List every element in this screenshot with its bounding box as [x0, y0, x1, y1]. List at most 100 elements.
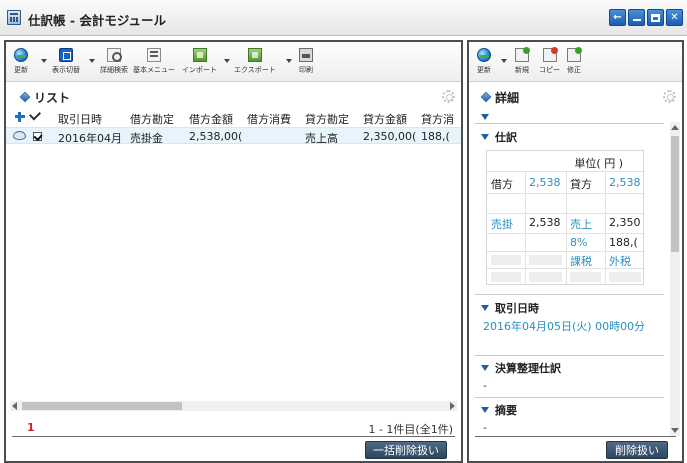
- page-number[interactable]: 1: [27, 421, 35, 434]
- tax-rate[interactable]: 8%: [570, 236, 587, 249]
- cell-credit-tax: 188,(: [421, 130, 450, 143]
- credit-label: 貸方: [570, 178, 592, 191]
- display-dropdown-icon[interactable]: [89, 59, 95, 63]
- collapse-all-icon[interactable]: [481, 114, 489, 120]
- refresh-dropdown-icon[interactable]: [41, 59, 47, 63]
- copy-label: コピー: [539, 66, 560, 74]
- column-header-debit-account[interactable]: 借方勘定: [130, 111, 174, 127]
- view-icon[interactable]: [13, 131, 26, 140]
- row-checkbox[interactable]: [33, 132, 42, 141]
- summary-toggle-icon[interactable]: [481, 407, 489, 413]
- menu-icon: [147, 48, 161, 62]
- pagination-info: 1 - 1件目(全1件): [368, 423, 453, 436]
- credit-amount: 2,350: [609, 216, 641, 229]
- summary-title[interactable]: 摘要: [495, 402, 517, 418]
- minimize-icon: [632, 19, 641, 21]
- display-icon: [59, 48, 73, 62]
- cell-debit-account: 売掛金: [130, 132, 163, 145]
- scrollbar-thumb[interactable]: [671, 136, 679, 252]
- closing-entry-toggle-icon[interactable]: [481, 365, 489, 371]
- debit-label: 借方: [491, 178, 513, 191]
- scroll-right-icon[interactable]: [450, 402, 455, 410]
- scroll-down-icon[interactable]: [671, 428, 679, 433]
- back-button[interactable]: ←: [609, 9, 626, 26]
- journal-toggle-icon[interactable]: [481, 134, 489, 140]
- check-all-icon[interactable]: [28, 108, 42, 121]
- section-diamond-icon: [480, 91, 492, 103]
- advanced-search-button[interactable]: 詳細検索: [100, 48, 128, 75]
- column-header-credit-account[interactable]: 貸方勘定: [305, 111, 349, 127]
- delete-button[interactable]: 削除扱い: [606, 441, 668, 459]
- edit-label: 修正: [567, 66, 581, 74]
- divider: [475, 294, 664, 295]
- minimize-button[interactable]: [628, 9, 645, 26]
- table-row[interactable]: 2016年04月 売掛金 2,538,00( 売上高 2,350,00( 188…: [6, 127, 461, 145]
- closing-entry-title[interactable]: 決算整理仕訳: [495, 360, 561, 376]
- export-dropdown-icon[interactable]: [286, 59, 292, 63]
- detail-refresh-button[interactable]: 更新: [477, 48, 491, 75]
- import-button[interactable]: インポート: [182, 48, 217, 75]
- search-icon: [107, 48, 122, 62]
- cell-credit-amount: 2,350,00(: [363, 130, 417, 143]
- detail-refresh-dropdown-icon[interactable]: [501, 59, 507, 63]
- closing-entry-value: -: [483, 379, 487, 392]
- edit-icon: [567, 47, 582, 62]
- copy-button[interactable]: コピー: [539, 47, 560, 75]
- divider: [475, 123, 664, 124]
- advanced-search-label: 詳細検索: [100, 66, 128, 74]
- section-diamond-icon: [19, 91, 31, 103]
- add-icon[interactable]: [15, 112, 25, 122]
- calculator-icon: [7, 10, 21, 25]
- print-button[interactable]: 印刷: [299, 48, 313, 75]
- horizontal-scrollbar[interactable]: [10, 401, 457, 411]
- export-button[interactable]: エクスポート: [234, 48, 276, 75]
- credit-account-link[interactable]: 売上: [570, 216, 592, 232]
- column-header-date[interactable]: 取引日時: [58, 111, 102, 127]
- close-button[interactable]: ✕: [666, 9, 683, 26]
- empty-field: [529, 255, 562, 265]
- column-header-credit-tax[interactable]: 貸方消: [421, 111, 461, 127]
- list-toolbar: 更新 表示切替 詳細検索 基本メニュー インポート エクスポート 印刷: [6, 42, 461, 82]
- unit-label: 単位( 円 ): [574, 157, 623, 170]
- scroll-up-icon[interactable]: [671, 125, 679, 130]
- footer-divider: [12, 436, 455, 437]
- maximize-button[interactable]: [647, 9, 664, 26]
- gear-icon[interactable]: [442, 90, 455, 103]
- transaction-date-toggle-icon[interactable]: [481, 305, 489, 311]
- summary-value: -: [483, 421, 487, 434]
- column-header-debit-amount[interactable]: 借方金額: [189, 111, 233, 127]
- list-panel: 更新 表示切替 詳細検索 基本メニュー インポート エクスポート 印刷 リスト …: [4, 40, 463, 463]
- scroll-left-icon[interactable]: [12, 402, 17, 410]
- edit-button[interactable]: 修正: [567, 47, 582, 75]
- copy-icon: [542, 47, 558, 62]
- new-button[interactable]: 新規: [515, 47, 530, 75]
- journal-grid: 単位( 円 ) 借方 2,538 貸方 2,538 売掛 2,538 売上 2,…: [486, 150, 644, 285]
- journal-section-title[interactable]: 仕訳: [495, 129, 517, 145]
- window-title: 仕訳帳 - 会計モジュール: [28, 13, 167, 28]
- import-label: インポート: [182, 66, 217, 74]
- tax-type[interactable]: 課税: [570, 253, 592, 269]
- column-header-debit-tax[interactable]: 借方消費: [247, 111, 291, 127]
- gear-icon[interactable]: [663, 90, 676, 103]
- debit-account-link[interactable]: 売掛: [491, 216, 513, 232]
- column-header-credit-amount[interactable]: 貸方金額: [363, 111, 407, 127]
- vertical-scrollbar[interactable]: [670, 122, 680, 436]
- basic-menu-label: 基本メニュー: [133, 66, 175, 74]
- tax-method[interactable]: 外税: [609, 253, 631, 269]
- transaction-date-title[interactable]: 取引日時: [495, 300, 539, 316]
- back-arrow-icon: ←: [613, 11, 622, 23]
- display-toggle-button[interactable]: 表示切替: [52, 48, 80, 75]
- export-label: エクスポート: [234, 66, 276, 74]
- close-icon: ✕: [670, 11, 679, 23]
- scrollbar-thumb[interactable]: [22, 402, 182, 410]
- divider: [475, 355, 664, 356]
- refresh-button[interactable]: 更新: [14, 48, 28, 75]
- refresh-label: 更新: [14, 66, 28, 74]
- window-controls: ← ✕: [609, 9, 683, 26]
- basic-menu-button[interactable]: 基本メニュー: [133, 48, 175, 75]
- import-dropdown-icon[interactable]: [224, 59, 230, 63]
- bulk-delete-button[interactable]: 一括削除扱い: [365, 441, 447, 459]
- empty-field: [570, 272, 601, 282]
- debit-amount: 2,538: [529, 216, 561, 229]
- print-icon: [299, 48, 313, 62]
